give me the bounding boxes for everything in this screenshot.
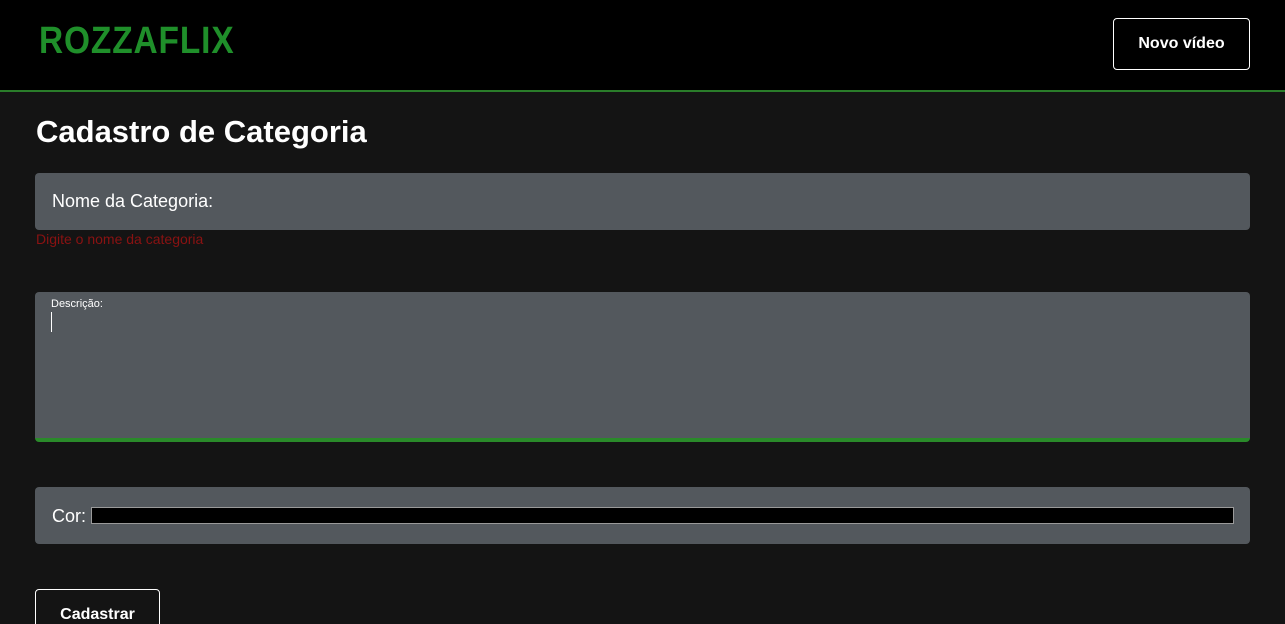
top-navbar: ROZZAFLIX Novo vídeo	[0, 0, 1285, 92]
category-name-field[interactable]: Nome da Categoria:	[35, 173, 1250, 230]
new-video-button[interactable]: Novo vídeo	[1113, 18, 1250, 70]
submit-button[interactable]: Cadastrar	[35, 589, 160, 624]
color-picker-input[interactable]	[91, 507, 1234, 524]
color-field[interactable]: Cor:	[35, 487, 1250, 544]
rozzaflix-logo[interactable]: ROZZAFLIX	[39, 20, 235, 62]
description-field[interactable]: Descrição:	[35, 292, 1250, 442]
description-label: Descrição:	[51, 298, 103, 310]
category-name-hint: Digite o nome da categoria	[36, 231, 204, 247]
description-textarea[interactable]	[51, 312, 1231, 432]
color-label: Cor:	[52, 506, 87, 526]
page-title: Cadastro de Categoria	[36, 114, 367, 149]
category-name-input[interactable]	[35, 173, 1250, 230]
text-caret	[51, 312, 52, 332]
